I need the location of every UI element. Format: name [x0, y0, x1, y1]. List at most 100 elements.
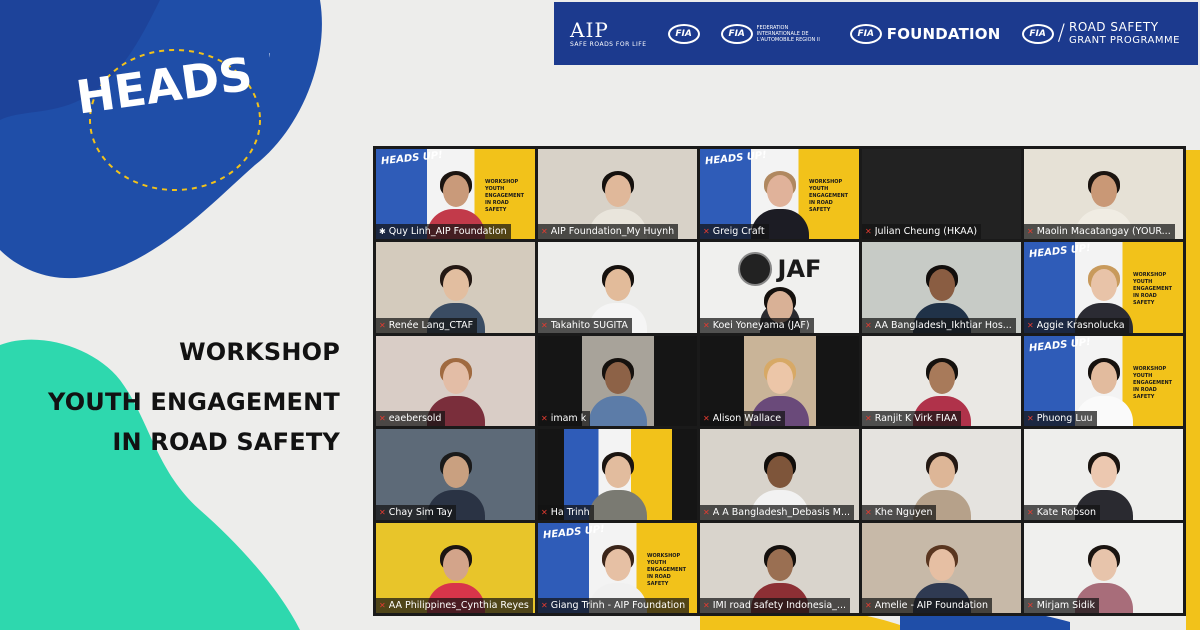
- participant-name: Koei Yoneyama (JAF): [712, 319, 810, 331]
- participant-face: [1090, 268, 1117, 301]
- participant-nameplate: ✕ Ha Trinh: [538, 504, 594, 520]
- participant-video: [588, 450, 647, 520]
- participant-face: [1090, 362, 1117, 395]
- slide-text: WORKSHOP YOUTH ENGAGEMENT IN ROAD SAFETY: [809, 179, 849, 213]
- muted-mic-icon: ✕: [703, 507, 710, 517]
- participant-face: [442, 268, 469, 301]
- grant-line-1: ROAD SAFETY: [1069, 19, 1159, 34]
- participant-face: [766, 362, 793, 395]
- muted-mic-icon: ✕: [865, 507, 872, 517]
- participant-tile[interactable]: HEADS UP! WORKSHOP YOUTH ENGAGEMENT IN RO…: [1024, 242, 1183, 333]
- participant-name: Maolin Macatangay (YOUR...: [1036, 226, 1171, 238]
- participant-tile[interactable]: ✕ Ha Trinh: [538, 429, 697, 520]
- participant-tile[interactable]: ✕ Renée Lang_CTAF: [376, 242, 535, 333]
- muted-mic-icon: ✕: [865, 414, 872, 424]
- heads-up-logo: HEADS UP!: [55, 25, 363, 205]
- jaf-seal-icon: [737, 252, 772, 287]
- participant-face: [604, 362, 631, 395]
- participant-tile[interactable]: ✕ Kate Robson: [1024, 429, 1183, 520]
- participant-name: Quy Linh_AIP Foundation: [388, 226, 507, 238]
- participant-name: AIP Foundation_My Huynh: [550, 226, 675, 238]
- muted-mic-icon: ✕: [541, 414, 548, 424]
- participant-face: [442, 175, 469, 208]
- participant-name: Chay Sim Tay: [388, 506, 453, 518]
- participant-tile[interactable]: ✕ AA Bangladesh_Ikhtiar Hos...: [862, 242, 1021, 333]
- video-frame: [581, 335, 654, 427]
- participant-nameplate: ✕ AIP Foundation_My Huynh: [538, 224, 679, 240]
- participant-tile[interactable]: JAF ✕ Koei Yoneyama (JAF): [700, 242, 859, 333]
- sponsor-bar: AIP SAFE ROADS FOR LIFE FIA FIA FEDERATI…: [554, 2, 1198, 65]
- participant-tile[interactable]: ✕ Chay Sim Tay: [376, 429, 535, 520]
- muted-mic-icon: ✕: [541, 227, 548, 237]
- participant-tile[interactable]: HEADS UP! WORKSHOP YOUTH ENGAGEMENT IN RO…: [700, 149, 859, 240]
- participant-face: [442, 362, 469, 395]
- participant-name: Takahito SUGITA: [550, 319, 628, 331]
- participant-nameplate: ✕ Chay Sim Tay: [376, 504, 457, 520]
- participant-tile[interactable]: ✕ imam k: [538, 335, 697, 427]
- participant-nameplate: ✕ Koei Yoneyama (JAF): [700, 317, 814, 333]
- heads-up-logo-graphic: HEADS UP!: [73, 32, 363, 191]
- participant-face: [442, 549, 469, 581]
- participant-tile[interactable]: ✕ A A Bangladesh_Debasis M...: [700, 429, 859, 520]
- participant-face: [928, 362, 955, 395]
- workshop-title: YOUTH ENGAGEMENT IN ROAD SAFETY: [48, 382, 340, 462]
- participant-tile[interactable]: HEADS UP! WORKSHOP YOUTH ENGAGEMENT IN RO…: [538, 522, 697, 613]
- muted-mic-icon: ✕: [703, 414, 710, 424]
- aip-logo-text: AIP: [570, 17, 609, 42]
- participant-tile[interactable]: HEADS UP! WORKSHOP YOUTH ENGAGEMENT IN RO…: [1024, 335, 1183, 427]
- aip-foundation-logo: AIP SAFE ROADS FOR LIFE: [570, 20, 647, 48]
- participant-tile[interactable]: ✕ eaebersold: [376, 335, 535, 427]
- muted-mic-icon: ✕: [541, 320, 548, 330]
- participant-nameplate: ✱ Quy Linh_AIP Foundation: [376, 224, 511, 240]
- participant-body: [588, 489, 647, 520]
- participant-tile[interactable]: HEADS UP! WORKSHOP YOUTH ENGAGEMENT IN RO…: [376, 149, 535, 240]
- participant-name: AA Philippines_Cynthia Reyes: [388, 600, 529, 611]
- fia-foundation-text: FOUNDATION: [886, 24, 1001, 43]
- jaf-logo-text: JAF: [777, 255, 822, 284]
- participant-name: Kate Robson: [1036, 506, 1096, 518]
- participant-name: Renée Lang_CTAF: [388, 319, 474, 331]
- participant-face: [604, 175, 631, 208]
- participant-name: Giang Trinh - AIP Foundation: [550, 600, 686, 611]
- participant-name: A A Bangladesh_Debasis M...: [712, 506, 851, 518]
- participant-face: [604, 268, 631, 301]
- muted-mic-icon: ✕: [703, 227, 710, 237]
- participant-nameplate: ✕ A A Bangladesh_Debasis M...: [700, 504, 855, 520]
- participant-face: [766, 455, 793, 488]
- participant-nameplate: ✕ Giang Trinh - AIP Foundation: [538, 598, 690, 613]
- participant-nameplate: ✕ Aggie Krasnolucka: [1024, 317, 1129, 333]
- participant-tile[interactable]: ✕ Ranjit K Virk FIAA: [862, 335, 1021, 427]
- participant-nameplate: ✕ Julian Cheung (HKAA): [862, 224, 982, 240]
- muted-mic-icon: ✕: [1027, 414, 1034, 424]
- participant-tile[interactable]: ✕ Takahito SUGITA: [538, 242, 697, 333]
- participant-face: [1090, 549, 1117, 581]
- muted-mic-icon: ✕: [1027, 227, 1034, 237]
- participant-tile[interactable]: ✕ Mirjam Sidik: [1024, 522, 1183, 613]
- muted-mic-icon: ✕: [865, 601, 872, 610]
- participant-name: Julian Cheung (HKAA): [874, 226, 978, 238]
- participant-face: [1090, 175, 1117, 208]
- participant-name: Ranjit K Virk FIAA: [874, 413, 958, 425]
- muted-mic-icon: ✕: [1027, 320, 1034, 330]
- aip-tagline: SAFE ROADS FOR LIFE: [570, 40, 647, 48]
- muted-mic-icon: ✕: [703, 601, 710, 610]
- workshop-title-block: WORKSHOP YOUTH ENGAGEMENT IN ROAD SAFETY: [48, 338, 340, 462]
- participant-tile[interactable]: ✕ Khe Nguyen: [862, 429, 1021, 520]
- participant-tile[interactable]: ✕ IMI road safety Indonesia_...: [700, 522, 859, 613]
- participant-tile[interactable]: ✕ Julian Cheung (HKAA): [862, 149, 1021, 240]
- participant-tile[interactable]: ✕ AA Philippines_Cynthia Reyes: [376, 522, 535, 613]
- participant-tile[interactable]: ✕ AIP Foundation_My Huynh: [538, 149, 697, 240]
- participant-tile[interactable]: ✕ Maolin Macatangay (YOUR...: [1024, 149, 1183, 240]
- participant-name: Alison Wallace: [712, 413, 782, 425]
- muted-mic-icon: ✕: [865, 227, 872, 237]
- participant-name: Ha Trinh: [550, 506, 590, 518]
- participant-nameplate: ✕ Khe Nguyen: [862, 504, 937, 520]
- participant-nameplate: ✕ Takahito SUGITA: [538, 317, 632, 333]
- participant-name: Greig Craft: [712, 226, 765, 238]
- participant-tile[interactable]: ✕ Amelie - AIP Foundation: [862, 522, 1021, 613]
- muted-mic-icon: ✕: [379, 601, 386, 610]
- participant-tile[interactable]: ✕ Alison Wallace: [700, 335, 859, 427]
- participant-nameplate: ✕ Amelie - AIP Foundation: [862, 598, 992, 613]
- workshop-title-line-2: IN ROAD SAFETY: [112, 428, 340, 456]
- participant-nameplate: ✕ Mirjam Sidik: [1024, 598, 1100, 613]
